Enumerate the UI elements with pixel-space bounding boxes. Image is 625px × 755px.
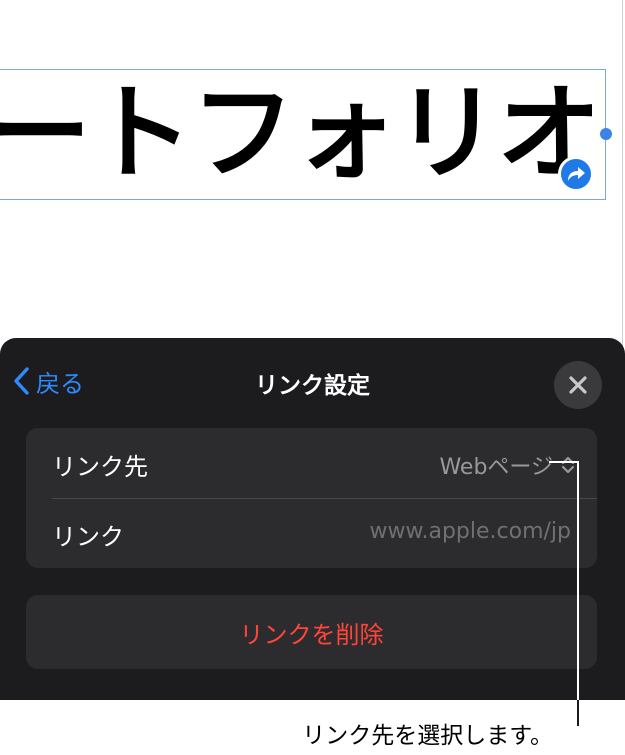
sheet-title: リンク設定 xyxy=(255,373,370,399)
link-destination-value[interactable]: Webページ xyxy=(439,449,575,481)
link-url-label: リンク xyxy=(52,523,124,551)
link-destination-selected: Webページ xyxy=(439,455,553,480)
link-settings-group: リンク先 Webページ リンク www.apple.com/jp xyxy=(26,428,597,568)
callout-line-horizontal xyxy=(549,461,578,463)
link-url-input[interactable]: www.apple.com/jp xyxy=(370,519,571,544)
link-settings-sheet: 戻る リンク設定 リンク先 Webページ リンク www.apple.com/j… xyxy=(0,338,625,700)
delete-link-button[interactable]: リンクを削除 xyxy=(26,595,597,669)
close-button[interactable] xyxy=(554,361,602,409)
close-icon xyxy=(569,376,587,394)
link-destination-label: リンク先 xyxy=(52,453,148,481)
chevron-up-down-icon xyxy=(561,456,575,474)
callout-line-upper xyxy=(577,461,579,700)
selection-handle[interactable] xyxy=(600,128,612,140)
link-arrow-icon[interactable] xyxy=(558,156,594,192)
link-destination-row[interactable]: リンク先 Webページ xyxy=(26,428,597,498)
link-url-row[interactable]: リンク www.apple.com/jp xyxy=(26,498,597,568)
selected-text-box[interactable]: ートフォリオ xyxy=(0,69,606,200)
callout-caption: リンク先を選択します。 xyxy=(302,723,553,749)
document-title-text[interactable]: ートフォリオ xyxy=(0,78,601,188)
